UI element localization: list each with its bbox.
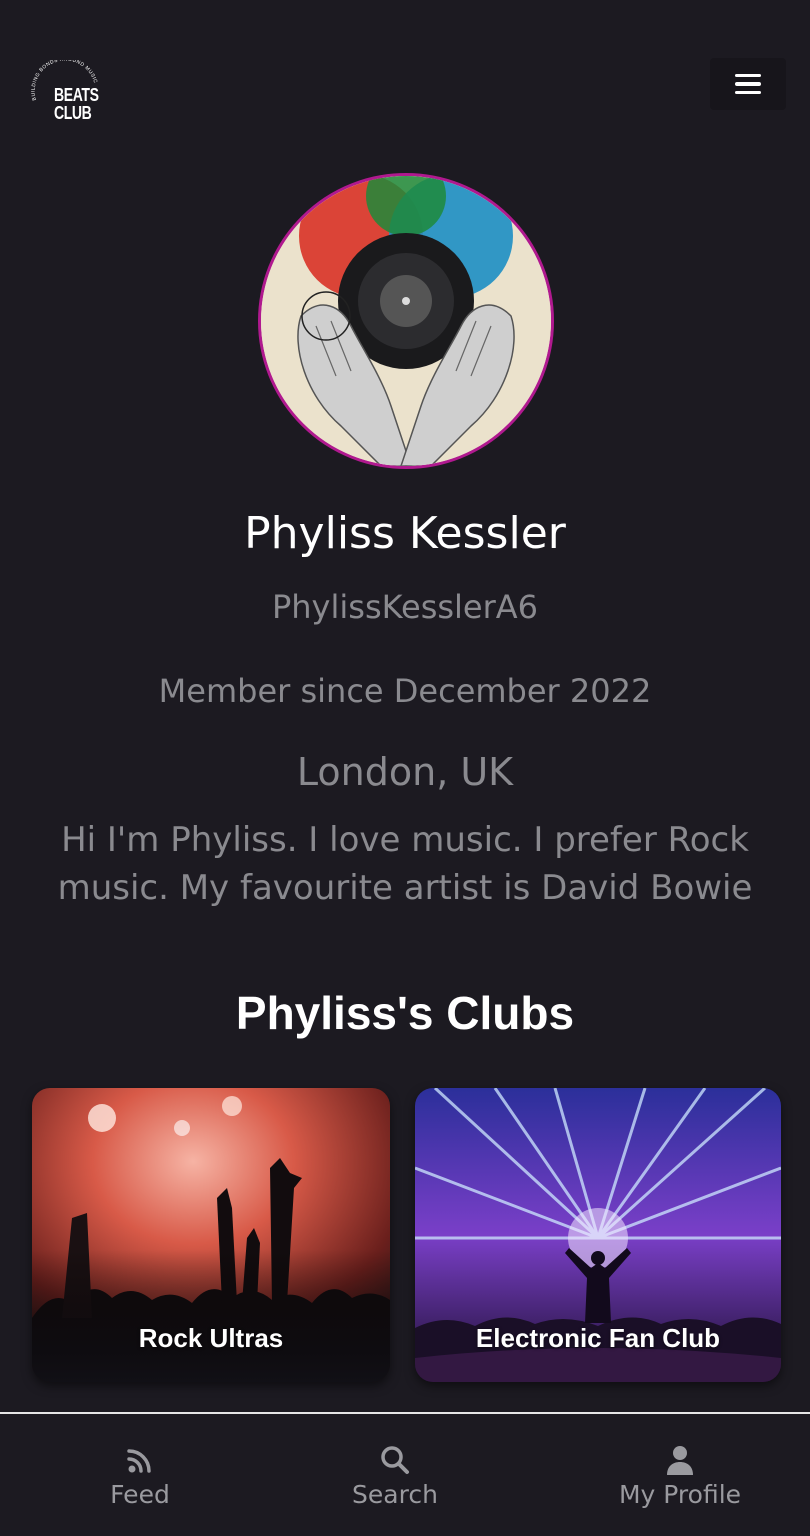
club-name: Electronic Fan Club [475,1323,721,1353]
search-icon [381,1446,409,1474]
clubs-section-title: Phyliss's Clubs [235,987,575,1039]
logo-text: BEATS CLUB [54,85,99,123]
profile-username: PhylissKesslerA6 [271,588,539,626]
vinyl-hands-image [261,176,551,466]
profile-bio: Hi I'm Phyliss. I love music. I prefer R… [57,820,753,908]
profile-avatar [258,173,554,469]
nav-search[interactable]: Search [295,1444,495,1509]
profile-name: Phyliss Kessler [244,508,566,559]
nav-feed-label: Feed [110,1480,170,1509]
nav-search-label: Search [352,1480,438,1509]
profile-location: London, UK [296,750,514,794]
bottom-navigation: Feed Search My Profile [0,1412,810,1536]
hamburger-icon [735,73,761,78]
user-icon [667,1446,693,1475]
member-since: Member since December 2022 [158,672,652,710]
nav-my-profile-label: My Profile [618,1480,742,1509]
rss-icon [127,1449,151,1473]
beats-club-logo[interactable]: BUILDING BONDS AROUND MUSIC! BEATSCLUB [25,56,102,126]
club-card-electronic-fan-club[interactable]: Electronic Fan Club [415,1088,781,1382]
menu-button[interactable] [710,58,786,110]
club-card-rock-ultras[interactable]: Rock Ultras [32,1088,390,1382]
club-name: Rock Ultras [138,1323,284,1353]
nav-my-profile[interactable]: My Profile [580,1444,780,1509]
nav-feed[interactable]: Feed [40,1444,240,1509]
